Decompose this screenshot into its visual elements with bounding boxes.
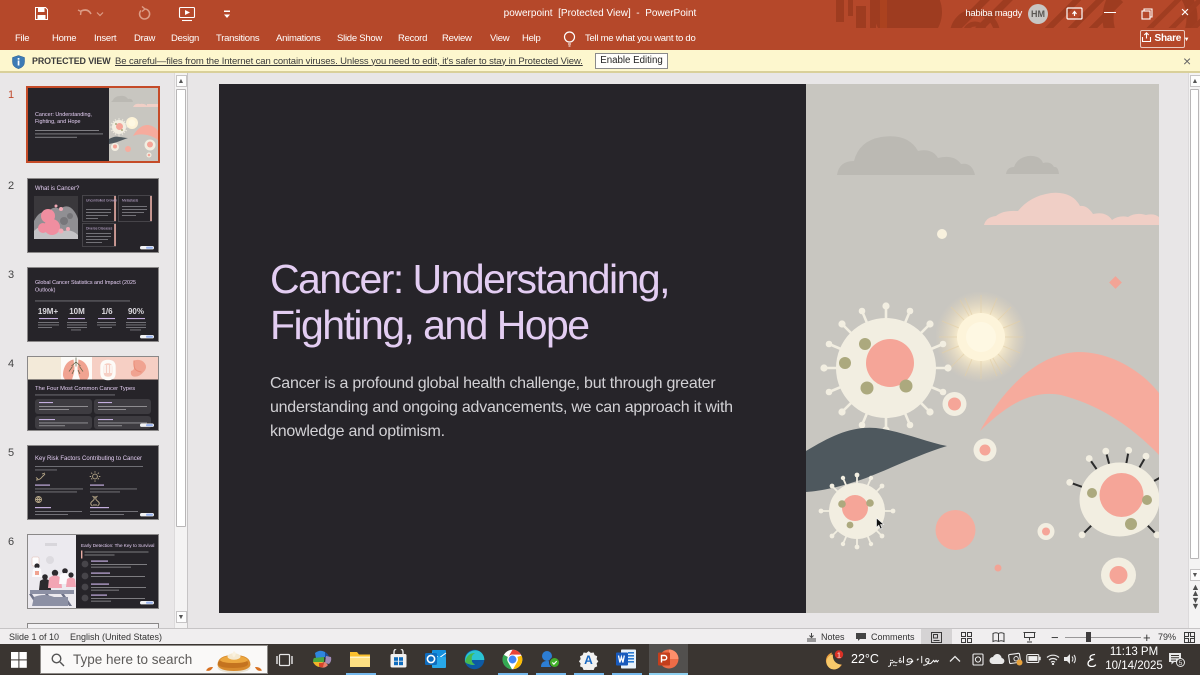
svg-text:90%: 90% xyxy=(128,307,144,316)
svg-text:The Four Most Common Cancer Ty: The Four Most Common Cancer Types xyxy=(35,386,135,392)
svg-text:Key Risk Factors Contributing: Key Risk Factors Contributing to Cancer xyxy=(35,456,142,462)
svg-text:What is Cancer?: What is Cancer? xyxy=(35,186,80,192)
svg-text:10M: 10M xyxy=(69,307,85,316)
svg-text:1: 1 xyxy=(837,650,841,659)
svg-text:A: A xyxy=(584,653,593,667)
svg-text:5: 5 xyxy=(1179,660,1183,667)
svg-text:Uncontrolled Growth: Uncontrolled Growth xyxy=(86,199,117,203)
svg-text:Outlook): Outlook) xyxy=(35,288,56,294)
svg-text:1/6: 1/6 xyxy=(101,307,113,316)
svg-text:Early Detection: The Key to Su: Early Detection: The Key to Survival xyxy=(81,543,154,548)
svg-text:Diverse Diseases: Diverse Diseases xyxy=(86,227,113,231)
svg-text:Cancer: Understanding,: Cancer: Understanding, xyxy=(35,112,92,118)
svg-text:19M+: 19M+ xyxy=(38,307,59,316)
svg-text:Fighting, and Hope: Fighting, and Hope xyxy=(35,119,81,125)
svg-text:Metastasis: Metastasis xyxy=(122,199,139,203)
svg-text:Global Cancer Statistics and I: Global Cancer Statistics and Impact (202… xyxy=(35,280,136,286)
